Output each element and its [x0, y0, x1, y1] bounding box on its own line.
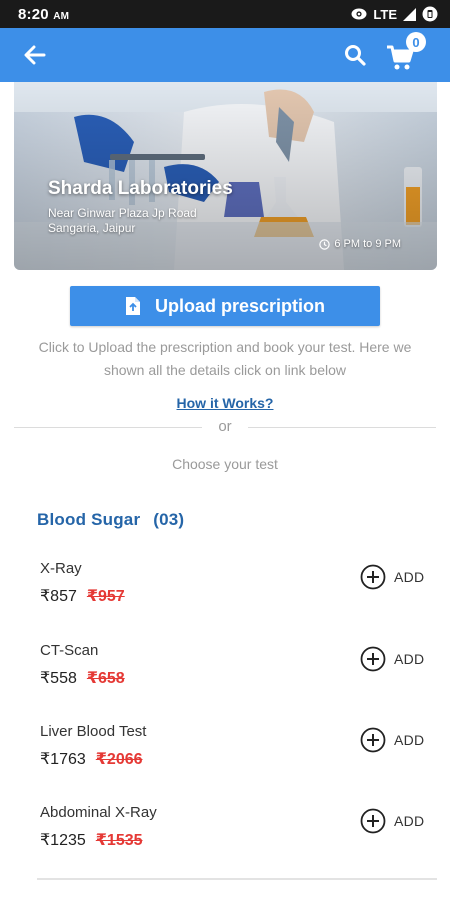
list-item: Abdominal X-Ray ₹1235 ₹1535 ADD — [0, 804, 450, 876]
add-button[interactable]: ADD — [360, 646, 424, 672]
battery-icon — [422, 6, 438, 22]
add-label: ADD — [394, 569, 425, 585]
status-icons: LTE — [351, 6, 438, 22]
search-button[interactable] — [340, 40, 370, 70]
add-button[interactable]: ADD — [360, 564, 424, 590]
status-time: 8:20 AM — [18, 6, 69, 23]
test-name: Abdominal X-Ray — [40, 804, 157, 821]
cart-button[interactable]: 0 — [386, 32, 426, 72]
plus-circle-icon — [360, 646, 386, 672]
plus-circle-icon — [360, 808, 386, 834]
test-name: Liver Blood Test — [40, 723, 147, 740]
test-prices: ₹1763 ₹2066 — [40, 749, 143, 769]
status-bar: 8:20 AM LTE — [0, 0, 450, 28]
list-divider — [37, 878, 437, 880]
lab-banner[interactable]: Sharda Laboratories Near Ginwar Plaza Jp… — [14, 82, 437, 270]
network-label: LTE — [373, 6, 397, 22]
test-prices: ₹558 ₹658 — [40, 668, 125, 688]
app-bar: 0 — [0, 28, 450, 82]
signal-icon — [403, 7, 416, 21]
choose-test-label: Choose your test — [172, 456, 278, 472]
lab-address-line1: Near Ginwar Plaza Jp Road — [48, 206, 197, 220]
document-icon — [125, 297, 140, 315]
test-old-price: ₹957 — [86, 588, 125, 605]
add-label: ADD — [394, 732, 425, 748]
upload-description: Click to Upload the prescription and boo… — [38, 339, 412, 378]
test-prices: ₹857 ₹957 — [40, 586, 125, 606]
test-price: ₹1235 — [40, 832, 86, 849]
lab-hours-text: 6 PM to 9 PM — [334, 238, 401, 250]
lab-name: Sharda Laboratories — [48, 178, 233, 199]
test-old-price: ₹658 — [86, 670, 125, 687]
lab-address: Near Ginwar Plaza Jp Road Sangaria, Jaip… — [48, 206, 197, 236]
list-item: Liver Blood Test ₹1763 ₹2066 ADD — [0, 723, 450, 795]
plus-circle-icon — [360, 564, 386, 590]
category-name: Blood Sugar — [37, 510, 141, 529]
how-it-works-link[interactable]: How it Works? — [0, 395, 450, 411]
test-prices: ₹1235 ₹1535 — [40, 830, 143, 850]
category-count: (03) — [153, 510, 185, 529]
eye-icon — [351, 8, 367, 20]
lab-hours: 6 PM to 9 PM — [319, 238, 401, 250]
search-icon — [345, 45, 366, 66]
status-time-ampm: AM — [53, 10, 70, 22]
upload-button-label: Upload prescription — [154, 295, 325, 316]
status-time-value: 8:20 — [18, 5, 49, 23]
category-title: Blood Sugar (03) — [37, 510, 184, 530]
test-price: ₹1763 — [40, 751, 86, 768]
test-name: CT-Scan — [40, 642, 99, 659]
lab-address-line2: Sangaria, Jaipur — [48, 221, 136, 235]
add-label: ADD — [394, 813, 425, 829]
back-button[interactable] — [20, 40, 50, 70]
list-item: CT-Scan ₹558 ₹658 ADD — [0, 642, 450, 714]
add-label: ADD — [394, 651, 425, 667]
back-arrow-icon — [24, 45, 46, 65]
test-price: ₹857 — [40, 588, 77, 605]
upload-prescription-button[interactable]: Upload prescription — [70, 286, 380, 326]
or-divider: or — [14, 416, 436, 438]
test-price: ₹558 — [40, 670, 77, 687]
cart-count-badge: 0 — [406, 32, 426, 52]
test-name: X-Ray — [40, 560, 82, 577]
test-old-price: ₹1535 — [95, 832, 143, 849]
test-old-price: ₹2066 — [95, 751, 143, 768]
add-button[interactable]: ADD — [360, 808, 424, 834]
list-item: X-Ray ₹857 ₹957 ADD — [0, 560, 450, 632]
divider-line-right — [248, 427, 436, 428]
plus-circle-icon — [360, 727, 386, 753]
clock-icon — [319, 238, 331, 250]
add-button[interactable]: ADD — [360, 727, 424, 753]
